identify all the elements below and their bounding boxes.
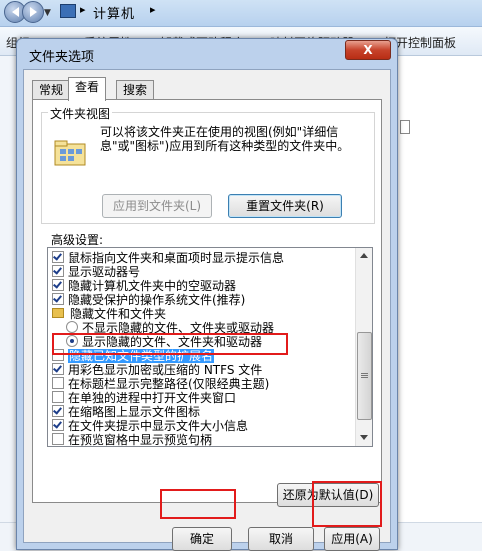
folder-views-group: 文件夹视图 可以将该文件夹正在使用的视图(例如"详细信息"或"图标")应用到所有… <box>41 105 375 224</box>
close-button[interactable]: X <box>345 40 391 60</box>
radio-button[interactable] <box>66 321 78 333</box>
ok-button[interactable]: 确定 <box>172 527 232 551</box>
list-item[interactable]: 隐藏计算机文件夹中的空驱动器 <box>52 279 236 293</box>
cancel-button[interactable]: 取消 <box>248 527 314 551</box>
scroll-thumb[interactable] <box>357 332 372 420</box>
history-dropdown-icon[interactable]: ▼ <box>44 8 51 18</box>
folder-icon <box>52 308 64 318</box>
checkbox[interactable] <box>52 265 64 277</box>
grip-line <box>361 377 368 378</box>
forward-arrow-icon <box>29 7 37 17</box>
folder-views-title: 文件夹视图 <box>48 105 113 122</box>
checkbox[interactable] <box>52 419 64 431</box>
list-item[interactable]: 在单独的进程中打开文件夹窗口 <box>52 391 236 405</box>
checkbox[interactable] <box>52 377 64 389</box>
list-item[interactable]: 在预览窗格中显示预览句柄 <box>52 433 212 446</box>
vertical-scrollbar[interactable] <box>355 248 372 446</box>
folder-views-description: 可以将该文件夹正在使用的视图(例如"详细信息"或"图标")应用到所有这种类型的文… <box>100 125 350 153</box>
folder-options-dialog: 文件夹选项 X 常规 查看 搜索 文件夹视图 可以将该文件夹正在使用的视图(例如… <box>16 38 398 551</box>
breadcrumb-separator-icon[interactable]: ▸ <box>150 3 156 16</box>
list-item[interactable]: 鼠标指向文件夹和桌面项时显示提示信息 <box>52 251 284 265</box>
list-item: 隐藏文件和文件夹 <box>52 307 166 321</box>
highlight-box-apply <box>312 481 382 527</box>
view-tab-page: 文件夹视图 可以将该文件夹正在使用的视图(例如"详细信息"或"图标")应用到所有… <box>32 99 382 507</box>
apply-to-folders-button[interactable]: 应用到文件夹(L) <box>102 194 212 218</box>
grip-line <box>361 373 368 374</box>
breadcrumb-computer[interactable]: 计算机 <box>93 3 135 22</box>
list-item[interactable]: 在文件夹提示中显示文件大小信息 <box>52 419 248 433</box>
folder-view-icon <box>54 140 86 166</box>
close-icon: X <box>363 43 373 57</box>
list-item[interactable]: 用彩色显示加密或压缩的 NTFS 文件 <box>52 363 262 377</box>
list-item[interactable]: 在标题栏显示完整路径(仅限经典主题) <box>52 377 269 391</box>
scroll-up-icon[interactable] <box>360 253 368 258</box>
scroll-down-icon[interactable] <box>360 435 368 440</box>
dialog-client: 常规 查看 搜索 文件夹视图 可以将该文件夹正在使用的视图(例如"详细信息"或"… <box>23 69 391 551</box>
forward-button[interactable] <box>22 1 44 23</box>
reset-folders-button[interactable]: 重置文件夹(R) <box>228 194 342 218</box>
checkbox[interactable] <box>52 391 64 403</box>
computer-icon <box>60 4 76 18</box>
advanced-settings-label: 高级设置: <box>51 233 104 247</box>
checkbox[interactable] <box>52 405 64 417</box>
tab-view[interactable]: 查看 <box>68 77 107 101</box>
list-item[interactable]: 显示驱动器号 <box>52 265 140 279</box>
breadcrumb-separator-icon[interactable]: ▸ <box>80 3 86 16</box>
apply-button[interactable]: 应用(A) <box>324 527 380 551</box>
list-item[interactable]: 隐藏受保护的操作系统文件(推荐) <box>52 293 245 307</box>
dialog-title: 文件夹选项 <box>29 50 95 65</box>
grip-line <box>361 375 368 376</box>
checkbox[interactable] <box>52 363 64 375</box>
checkbox[interactable] <box>52 279 64 291</box>
tab-general[interactable]: 常规 <box>32 80 71 100</box>
checkbox[interactable] <box>52 433 64 445</box>
explorer-address-bar: ▼ ▸ 计算机 ▸ <box>0 0 482 27</box>
highlight-box-ok <box>160 489 236 519</box>
back-arrow-icon <box>11 7 19 17</box>
list-item[interactable]: 在缩略图上显示文件图标 <box>52 405 200 419</box>
tab-search[interactable]: 搜索 <box>116 80 155 100</box>
checkbox[interactable] <box>52 251 64 263</box>
background-checkbox <box>400 120 410 134</box>
checkbox[interactable] <box>52 293 64 305</box>
highlight-box-hide-extensions <box>52 333 288 355</box>
